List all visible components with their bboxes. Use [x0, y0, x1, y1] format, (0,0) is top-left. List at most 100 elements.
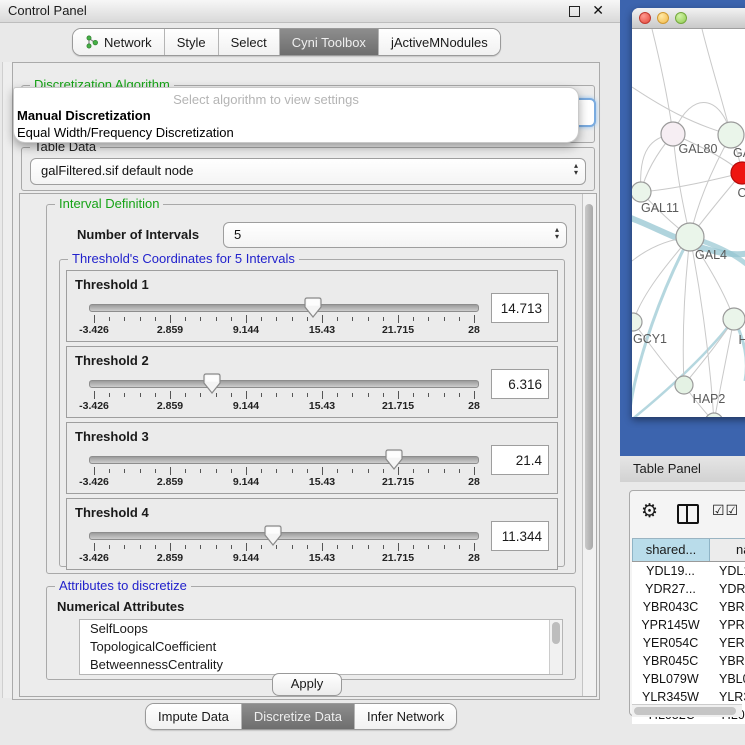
table-row[interactable]: YDL19...YDL1	[632, 562, 745, 580]
network-node[interactable]	[705, 413, 723, 417]
combo-arrows-icon: ▴▾	[574, 162, 578, 176]
threshold-slider[interactable]: -3.4262.8599.14415.4321.71528	[89, 525, 479, 567]
table-row[interactable]: YBR045CYBR0	[632, 652, 745, 670]
tab-select[interactable]: Select	[218, 29, 279, 55]
threshold-slider[interactable]: -3.4262.8599.14415.4321.71528	[89, 449, 479, 491]
threshold-value-box[interactable]: 6.316	[491, 369, 549, 399]
slider-thumb[interactable]	[385, 449, 403, 471]
table-row[interactable]: YBL079WYBL0	[632, 670, 745, 688]
settings-vertical-scrollbar[interactable]	[582, 194, 596, 696]
table-data-value: galFiltered.sif default node	[41, 163, 193, 178]
tab-cyni-toolbox-label: Cyni Toolbox	[292, 35, 366, 50]
slider-ticks	[94, 315, 474, 323]
network-node[interactable]	[675, 376, 693, 394]
zoom-traffic-light-icon[interactable]	[675, 12, 687, 24]
bottom-tab-bar: Impute Data Discretize Data Infer Networ…	[145, 703, 457, 730]
algorithm-option-manual[interactable]: Manual Discretization	[17, 108, 151, 123]
network-node[interactable]	[632, 313, 642, 331]
close-icon[interactable]: ✕	[592, 2, 604, 19]
threshold-label: Threshold 2	[75, 353, 149, 368]
close-traffic-light-icon[interactable]	[639, 12, 651, 24]
network-window-titlebar[interactable]	[632, 8, 745, 29]
combo-arrows-icon: ▴▾	[555, 226, 559, 240]
tab-infer-network-label: Infer Network	[367, 709, 444, 724]
slider-thumb[interactable]	[203, 373, 221, 395]
threshold-label: Threshold 1	[75, 277, 149, 292]
interval-definition-group: Interval Definition Number of Intervals …	[46, 204, 576, 574]
threshold-row: Threshold 2 -3.4262.8599.14415.4321.7152…	[66, 346, 558, 418]
network-node-label: GAL11	[641, 201, 679, 215]
table-row[interactable]: YBR043CYBR0	[632, 598, 745, 616]
network-view-frame: GAL80GACGAL11GAL4GCY1HHAP2	[620, 0, 745, 458]
float-window-icon[interactable]	[569, 6, 580, 17]
threshold-row: Threshold 4 -3.4262.8599.14415.4321.7152…	[66, 498, 558, 570]
tab-style-label: Style	[177, 35, 206, 50]
threshold-value-box[interactable]: 21.4	[491, 445, 549, 475]
slider-tick-labels: -3.4262.8599.14415.4321.71528	[94, 324, 474, 336]
table-row[interactable]: YPR145WYPR1	[632, 616, 745, 634]
threshold-value-box[interactable]: 14.713	[491, 293, 549, 323]
network-node[interactable]	[632, 182, 651, 202]
tab-network[interactable]: Network	[73, 29, 164, 55]
tab-cyni-toolbox[interactable]: Cyni Toolbox	[279, 29, 378, 55]
tab-infer-network[interactable]: Infer Network	[354, 704, 456, 729]
attribute-item[interactable]: BetweennessCentrality	[80, 656, 562, 674]
network-node[interactable]	[723, 308, 745, 330]
table-row[interactable]: YDR27...YDR2	[632, 580, 745, 598]
numerical-attributes-list[interactable]: SelfLoopsTopologicalCoefficientBetweenne…	[79, 619, 563, 675]
tab-jactivemnodules-label: jActiveMNodules	[391, 35, 488, 50]
attributes-scrollbar[interactable]	[549, 620, 562, 674]
threshold-value-box[interactable]: 11.344	[491, 521, 549, 551]
network-node-label: HAP2	[693, 392, 726, 406]
tab-impute-data[interactable]: Impute Data	[146, 704, 241, 729]
network-icon	[85, 35, 99, 49]
column-header-name[interactable]: na	[710, 539, 745, 561]
apply-button[interactable]: Apply	[272, 673, 342, 696]
attribute-item[interactable]: SelfLoops	[80, 620, 562, 638]
number-of-intervals-combobox[interactable]: 5 ▴▾	[223, 222, 567, 248]
table-row[interactable]: YER054CYER0	[632, 634, 745, 652]
network-node-label: GA	[733, 146, 745, 160]
threshold-slider[interactable]: -3.4262.8599.14415.4321.71528	[89, 297, 479, 339]
network-node-label: GAL80	[679, 142, 718, 156]
split-columns-icon[interactable]	[677, 504, 699, 524]
slider-thumb[interactable]	[304, 297, 322, 319]
checkbox-icons[interactable]: ☑☑	[712, 502, 739, 519]
table-panel-box: ⚙ ☑☑ shared... na YDL19...YDL1YDR27...YD…	[629, 490, 745, 716]
network-canvas[interactable]: GAL80GACGAL11GAL4GCY1HHAP2	[632, 29, 745, 417]
table-data-combobox[interactable]: galFiltered.sif default node ▴▾	[30, 158, 586, 185]
network-node[interactable]	[676, 223, 704, 251]
table-horizontal-scrollbar[interactable]	[632, 704, 742, 717]
tab-discretize-data-label: Discretize Data	[254, 709, 342, 724]
network-node-label: C	[737, 186, 745, 200]
thresholds-group: Threshold's Coordinates for 5 Intervals …	[59, 259, 565, 567]
tab-select-label: Select	[231, 35, 267, 50]
table-header-row: shared... na	[632, 538, 745, 562]
network-node-label: GCY1	[633, 332, 667, 346]
interval-definition-title: Interval Definition	[55, 196, 163, 211]
numerical-attributes-label: Numerical Attributes	[57, 599, 184, 614]
threshold-slider[interactable]: -3.4262.8599.14415.4321.71528	[89, 373, 479, 415]
threshold-list: Threshold 1 -3.4262.8599.14415.4321.7152…	[66, 270, 558, 570]
threshold-row: Threshold 3 -3.4262.8599.14415.4321.7152…	[66, 422, 558, 494]
table-panel-body: ⚙ ☑☑ shared... na YDL19...YDL1YDR27...YD…	[620, 482, 745, 745]
slider-tick-labels: -3.4262.8599.14415.4321.71528	[94, 552, 474, 564]
network-nodes: GAL80GACGAL11GAL4GCY1HHAP2	[632, 122, 745, 417]
thresholds-group-title: Threshold's Coordinates for 5 Intervals	[68, 251, 299, 266]
tab-jactivemnodules[interactable]: jActiveMNodules	[378, 29, 500, 55]
tab-discretize-data[interactable]: Discretize Data	[241, 704, 354, 729]
threshold-label: Threshold 3	[75, 429, 149, 444]
gear-icon[interactable]: ⚙	[641, 500, 658, 523]
column-header-shared[interactable]: shared...	[632, 539, 710, 561]
table-data-group: Table Data galFiltered.sif default node …	[21, 147, 595, 191]
tab-style[interactable]: Style	[164, 29, 218, 55]
network-node-label: H	[738, 333, 745, 347]
algorithm-option-equal-width[interactable]: Equal Width/Frequency Discretization	[17, 125, 234, 140]
network-node[interactable]	[718, 122, 744, 148]
minimize-traffic-light-icon[interactable]	[657, 12, 669, 24]
table-panel-title: Table Panel	[633, 461, 701, 476]
attribute-item[interactable]: TopologicalCoefficient	[80, 638, 562, 656]
slider-ticks	[94, 543, 474, 551]
slider-thumb[interactable]	[264, 525, 282, 547]
number-of-intervals-value: 5	[234, 227, 241, 242]
